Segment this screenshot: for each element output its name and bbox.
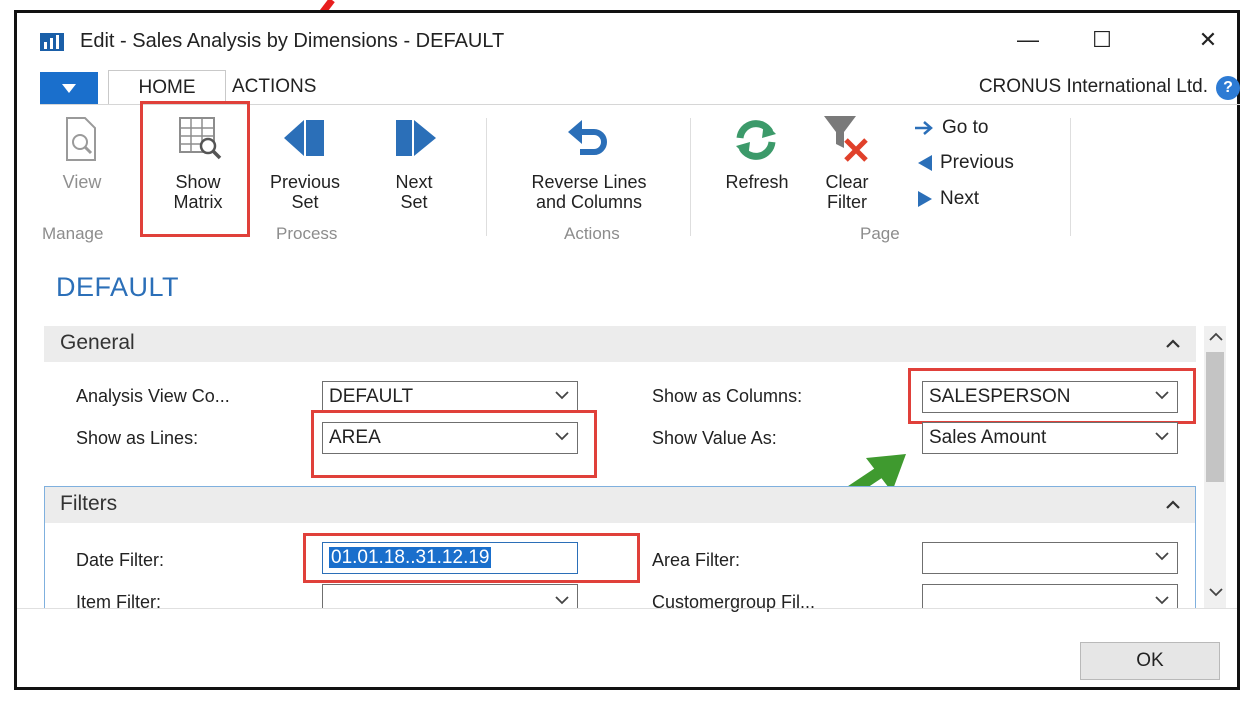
next-label: Next xyxy=(940,188,980,209)
tab-home[interactable]: HOME xyxy=(108,70,226,105)
double-right-icon xyxy=(396,120,436,156)
go-to-button[interactable]: Go to xyxy=(914,117,988,139)
show-as-columns-label: Show as Columns: xyxy=(652,386,803,406)
maximize-button[interactable]: ☐ xyxy=(1084,22,1120,58)
ribbon-separator xyxy=(690,118,691,236)
chevron-down-icon xyxy=(555,391,569,400)
refresh-icon xyxy=(736,120,776,160)
arrow-right-icon xyxy=(915,121,933,135)
area-filter-select[interactable] xyxy=(922,542,1178,574)
refresh-label: Refresh xyxy=(725,172,789,192)
show-value-as-label: Show Value As: xyxy=(652,428,777,448)
scrollbar-thumb[interactable] xyxy=(1206,352,1224,482)
refresh-button[interactable]: Refresh xyxy=(712,114,802,216)
highlight-date-filter xyxy=(303,533,640,583)
chevron-up-icon xyxy=(1166,500,1180,509)
next-button[interactable]: Next xyxy=(918,188,979,210)
ok-button[interactable]: OK xyxy=(1080,642,1220,680)
view-label: View xyxy=(62,172,102,192)
document-search-icon xyxy=(66,117,96,161)
go-to-label: Go to xyxy=(942,117,989,138)
triangle-left-icon xyxy=(918,155,932,171)
scroll-up-icon[interactable] xyxy=(1209,332,1223,341)
highlight-show-matrix xyxy=(140,101,250,237)
general-section-title: General xyxy=(60,331,135,354)
group-label-process: Process xyxy=(276,224,338,243)
triangle-down-icon xyxy=(62,83,76,93)
clear-filter-label-line2: Filter xyxy=(827,192,867,212)
ribbon-separator xyxy=(486,118,487,236)
chevron-down-icon xyxy=(555,596,569,605)
customergroup-filter-select[interactable] xyxy=(922,584,1178,608)
chevron-down-icon xyxy=(1155,552,1169,561)
date-filter-label: Date Filter: xyxy=(76,550,165,570)
tab-actions[interactable]: ACTIONS xyxy=(232,76,316,98)
previous-set-label-line2: Set xyxy=(291,192,319,212)
window-title: Edit - Sales Analysis by Dimensions - DE… xyxy=(80,30,505,52)
minimize-button[interactable]: — xyxy=(1010,22,1046,58)
previous-label: Previous xyxy=(940,152,1014,173)
close-button[interactable]: ✕ xyxy=(1190,22,1226,58)
clear-filter-icon xyxy=(824,116,868,162)
double-left-icon xyxy=(284,120,324,156)
ribbon-separator xyxy=(1070,118,1071,236)
triangle-right-icon xyxy=(918,191,932,207)
group-label-actions: Actions xyxy=(564,224,620,243)
chevron-down-icon xyxy=(1155,432,1169,441)
area-filter-label: Area Filter: xyxy=(652,550,741,570)
chevron-down-icon xyxy=(1155,596,1169,605)
analysis-view-label: Analysis View Co... xyxy=(76,386,230,406)
show-value-as-select[interactable]: Sales Amount xyxy=(922,422,1178,454)
scroll-down-icon[interactable] xyxy=(1209,588,1223,597)
reverse-label-line2: and Columns xyxy=(535,192,643,212)
previous-button[interactable]: Previous xyxy=(918,152,1014,174)
undo-arrow-icon xyxy=(568,120,607,155)
next-set-button[interactable]: Next Set xyxy=(384,114,444,216)
item-filter-label: Item Filter: xyxy=(76,592,162,612)
company-name: CRONUS International Ltd. xyxy=(978,76,1208,97)
view-button[interactable]: View xyxy=(52,114,112,214)
next-set-label-line1: Next xyxy=(395,172,433,192)
chevron-up-icon xyxy=(1166,339,1180,348)
filters-section-header[interactable]: Filters xyxy=(45,487,1195,523)
customergroup-filter-label: Customergroup Fil... xyxy=(652,592,816,612)
group-label-manage: Manage xyxy=(42,224,104,243)
app-menu-button[interactable] xyxy=(40,72,98,104)
analysis-view-value: DEFAULT xyxy=(329,386,414,407)
clear-filter-label-line1: Clear xyxy=(825,172,869,192)
highlight-show-as-columns xyxy=(908,368,1196,424)
general-section-header[interactable]: General xyxy=(44,326,1196,362)
item-filter-select[interactable] xyxy=(322,584,578,608)
clear-filter-button[interactable]: Clear Filter xyxy=(814,114,880,216)
app-icon xyxy=(40,33,64,51)
filters-section-title: Filters xyxy=(60,492,118,515)
page-title: DEFAULT xyxy=(56,272,180,302)
previous-set-button[interactable]: Previous Set xyxy=(264,114,346,216)
analysis-view-select[interactable]: DEFAULT xyxy=(322,381,578,413)
previous-set-label-line1: Previous xyxy=(269,172,341,192)
help-icon[interactable]: ? xyxy=(1216,76,1240,100)
next-set-label-line2: Set xyxy=(400,192,428,212)
group-label-page: Page xyxy=(860,224,900,243)
highlight-show-as-lines xyxy=(311,410,597,478)
footer-divider xyxy=(17,608,1237,609)
reverse-lines-columns-button[interactable]: Reverse Lines and Columns xyxy=(504,114,674,216)
show-value-as-value: Sales Amount xyxy=(929,427,1047,448)
reverse-label-line1: Reverse Lines xyxy=(531,172,647,192)
show-as-lines-label: Show as Lines: xyxy=(76,428,199,448)
